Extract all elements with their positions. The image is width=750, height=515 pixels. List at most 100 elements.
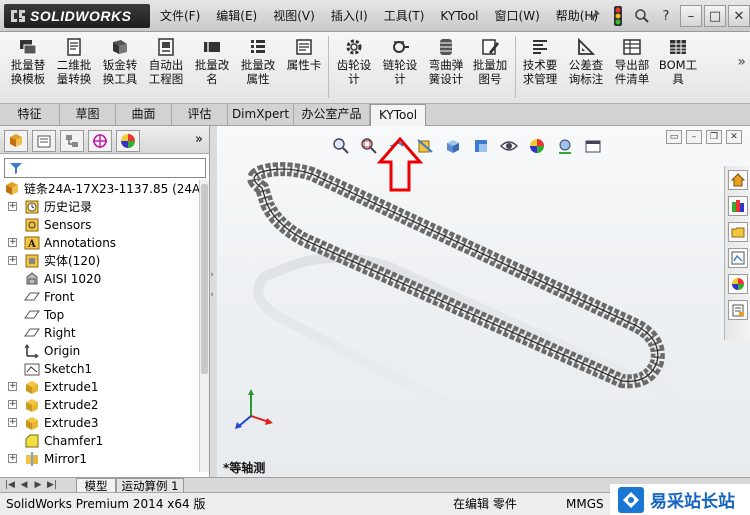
menu-insert[interactable]: 插入(I) bbox=[323, 0, 376, 32]
tab-surfaces[interactable]: 曲面 bbox=[116, 104, 172, 125]
batch-replace-template-button[interactable]: 批量替 换模板 bbox=[8, 38, 48, 100]
properties-icon bbox=[251, 40, 265, 53]
menu-edit[interactable]: 编辑(E) bbox=[208, 0, 265, 32]
ribbon-label: 图号 bbox=[478, 72, 502, 86]
batch-rename-button[interactable]: 批量改 名 bbox=[192, 38, 232, 100]
watermark-logo-icon bbox=[618, 486, 644, 513]
menu-view[interactable]: 视图(V) bbox=[265, 0, 323, 32]
minimize-icon[interactable]: – bbox=[680, 5, 702, 27]
svg-text:A: A bbox=[27, 239, 36, 250]
close-icon[interactable]: ✕ bbox=[728, 5, 750, 27]
auto-drawing-button[interactable]: 自动出 工程图 bbox=[146, 38, 186, 100]
property-manager-tab-icon[interactable] bbox=[32, 130, 56, 152]
tab-motion-study[interactable]: 运动算例 1 bbox=[116, 478, 184, 493]
tree-item-chamfer1[interactable]: Chamfer1 bbox=[0, 432, 200, 450]
search-icon[interactable] bbox=[630, 4, 654, 28]
tree-item-solid-bodies[interactable]: + 实体(120) bbox=[0, 252, 200, 270]
collapse-left-icon[interactable]: ‹ bbox=[207, 290, 217, 302]
collapse-right-icon[interactable]: › bbox=[207, 270, 217, 282]
design-library-icon[interactable] bbox=[728, 196, 748, 216]
appearances-icon[interactable] bbox=[728, 274, 748, 294]
expand-icon[interactable]: + bbox=[8, 238, 17, 247]
batch-properties-button[interactable]: 批量改 属性 bbox=[238, 38, 278, 100]
tab-dimxpert[interactable]: DimXpert bbox=[228, 104, 294, 125]
sheetmetal-convert-button[interactable]: 钣金转 换工具 bbox=[100, 38, 140, 100]
tree-item-history[interactable]: + 历史记录 bbox=[0, 198, 200, 216]
ribbon-label: BOM工 bbox=[658, 58, 698, 72]
tree-item-extrude1[interactable]: + Extrude1 bbox=[0, 378, 200, 396]
chamfer-icon bbox=[25, 434, 39, 448]
prev-tab-icon[interactable]: ◀ bbox=[18, 479, 30, 491]
graphics-area[interactable]: ▭ – ❐ ✕ *等轴测 bbox=[217, 126, 750, 477]
expand-panel-icon[interactable]: » bbox=[195, 132, 203, 147]
configuration-manager-tab-icon[interactable] bbox=[60, 130, 84, 152]
tab-model[interactable]: 模型 bbox=[76, 478, 116, 493]
tree-item-extrude2[interactable]: + Extrude2 bbox=[0, 396, 200, 414]
next-tab-icon[interactable]: ▶ bbox=[32, 479, 44, 491]
display-manager-tab-icon[interactable] bbox=[116, 130, 140, 152]
tree-item-material[interactable]: AISI 1020 bbox=[0, 270, 200, 288]
first-tab-icon[interactable]: |◀ bbox=[4, 479, 16, 491]
tolerance-icon bbox=[578, 38, 596, 55]
expand-icon[interactable]: + bbox=[8, 454, 17, 463]
tree-item-origin[interactable]: Origin bbox=[0, 342, 200, 360]
bom-tool-button[interactable]: BOM工 具 bbox=[658, 38, 698, 100]
maximize-icon[interactable]: □ bbox=[704, 5, 726, 27]
feature-tree-tab-icon[interactable] bbox=[4, 130, 28, 152]
last-tab-icon[interactable]: ▶| bbox=[46, 479, 58, 491]
sensor-icon bbox=[25, 218, 39, 232]
tolerance-query-button[interactable]: 公差查 询标注 bbox=[566, 38, 606, 100]
menu-window[interactable]: 窗口(W) bbox=[487, 0, 548, 32]
tree-item-sketch1[interactable]: Sketch1 bbox=[0, 360, 200, 378]
drawing-convert-button[interactable]: 二维批 量转换 bbox=[54, 38, 94, 100]
help-icon[interactable]: ? bbox=[654, 4, 678, 28]
tab-evaluate[interactable]: 评估 bbox=[172, 104, 228, 125]
view-palette-icon[interactable] bbox=[728, 248, 748, 268]
tree-item-front-plane[interactable]: Front bbox=[0, 288, 200, 306]
dimxpert-manager-tab-icon[interactable] bbox=[88, 130, 112, 152]
tab-features[interactable]: 特征 bbox=[0, 104, 60, 125]
sketch-icon bbox=[24, 363, 40, 376]
property-card-button[interactable]: 属性卡 bbox=[284, 38, 324, 100]
tree-item-right-plane[interactable]: Right bbox=[0, 324, 200, 342]
traffic-light-icon[interactable] bbox=[606, 4, 630, 28]
menu-kytool[interactable]: KYTool bbox=[432, 0, 486, 32]
tree-item-label: Extrude1 bbox=[44, 380, 99, 394]
extrude-icon bbox=[26, 399, 38, 412]
ribbon-label: 名 bbox=[206, 72, 218, 86]
gear-design-button[interactable]: 齿轮设 计 bbox=[334, 38, 374, 100]
ribbon-label: 批量加 bbox=[472, 58, 508, 72]
solidworks-resources-icon[interactable] bbox=[728, 170, 748, 190]
file-explorer-icon[interactable] bbox=[728, 222, 748, 242]
panel-splitter[interactable]: › ‹ bbox=[207, 140, 217, 480]
command-tabs: 特征 草图 曲面 评估 DimXpert 办公室产品 KYTool bbox=[0, 104, 750, 127]
sprocket-design-button[interactable]: 链轮设 计 bbox=[380, 38, 420, 100]
tab-sketch[interactable]: 草图 bbox=[60, 104, 116, 125]
expand-icon[interactable]: + bbox=[8, 202, 17, 211]
expand-icon[interactable]: + bbox=[8, 418, 17, 427]
expand-icon[interactable]: + bbox=[8, 382, 17, 391]
status-units[interactable]: MMGS bbox=[566, 493, 604, 515]
filter-icon bbox=[10, 163, 22, 174]
expand-icon[interactable]: + bbox=[8, 256, 17, 265]
tree-item-top-plane[interactable]: Top bbox=[0, 306, 200, 324]
tree-filter-field[interactable] bbox=[4, 158, 206, 178]
tree-item-sensors[interactable]: Sensors bbox=[0, 216, 200, 234]
custom-properties-icon[interactable] bbox=[728, 300, 748, 320]
tree-item-extrude3[interactable]: + Extrude3 bbox=[0, 414, 200, 432]
tab-office-products[interactable]: 办公室产品 bbox=[294, 104, 370, 125]
tree-item-annotations[interactable]: + A Annotations bbox=[0, 234, 200, 252]
menu-tools[interactable]: 工具(T) bbox=[376, 0, 433, 32]
export-parts-list-button[interactable]: 导出部 件清单 bbox=[612, 38, 652, 100]
pin-icon[interactable] bbox=[582, 4, 606, 28]
ribbon-more-icon[interactable]: » bbox=[737, 54, 746, 70]
menu-file[interactable]: 文件(F) bbox=[152, 0, 208, 32]
expand-icon[interactable]: + bbox=[8, 400, 17, 409]
solidworks-logo[interactable]: SOLIDWORKS bbox=[4, 4, 150, 28]
tab-kytool[interactable]: KYTool bbox=[370, 104, 426, 127]
tree-item-mirror1[interactable]: + Mirror1 bbox=[0, 450, 200, 468]
tree-root-part[interactable]: 链条24A-17X23-1137.85 (24A bbox=[0, 180, 200, 198]
add-drawing-number-button[interactable]: 批量加 图号 bbox=[470, 38, 510, 100]
requirements-management-button[interactable]: 技术要 求管理 bbox=[520, 38, 560, 100]
spring-design-button[interactable]: 弯曲弹 簧设计 bbox=[426, 38, 466, 100]
